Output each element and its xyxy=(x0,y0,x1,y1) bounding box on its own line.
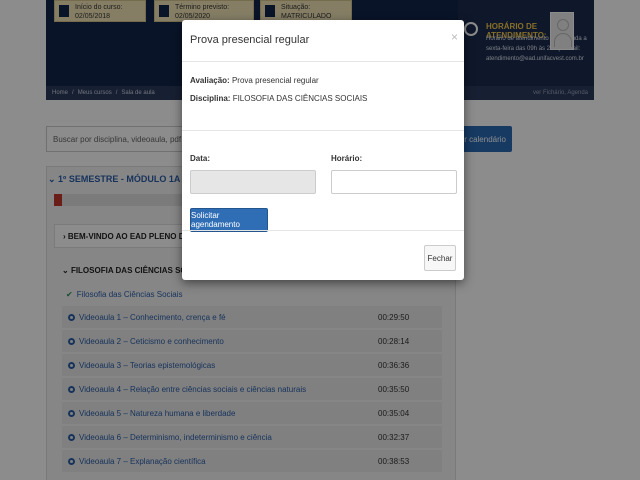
modal-body: Avaliação: Prova presencial regular Disc… xyxy=(182,62,464,252)
modal-footer: Fechar xyxy=(182,230,464,280)
date-field[interactable] xyxy=(190,170,316,194)
time-field[interactable] xyxy=(331,170,457,194)
modal-header: Prova presencial regular × xyxy=(182,20,464,62)
date-label: Data: xyxy=(190,154,211,163)
close-icon[interactable]: × xyxy=(451,30,458,44)
avaliacao-line: Avaliação: Prova presencial regular xyxy=(190,76,319,85)
disciplina-line: Disciplina: FILOSOFIA DAS CIÊNCIAS SOCIA… xyxy=(190,94,368,103)
modal-title: Prova presencial regular xyxy=(190,34,310,46)
time-label: Horário: xyxy=(331,154,363,163)
request-scheduling-button[interactable]: Solicitar agendamento xyxy=(190,208,268,232)
scheduling-modal: Prova presencial regular × Avaliação: Pr… xyxy=(182,20,464,280)
divider xyxy=(182,130,464,131)
close-button[interactable]: Fechar xyxy=(424,245,456,271)
